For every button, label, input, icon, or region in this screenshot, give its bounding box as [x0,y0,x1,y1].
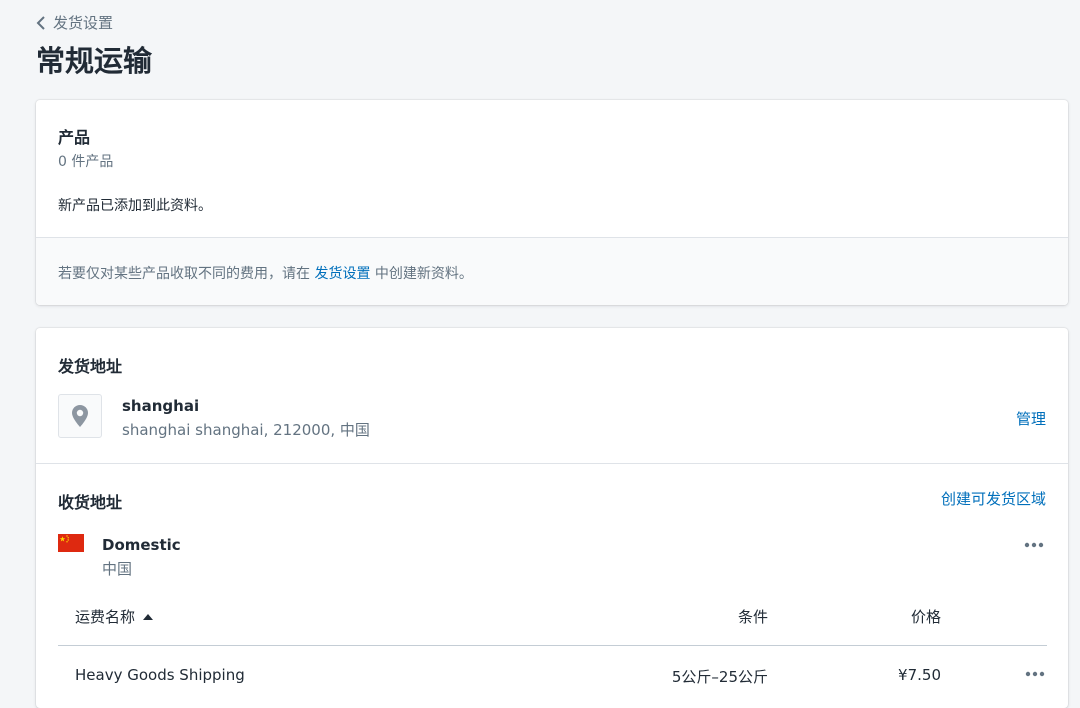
rate-price-cell: ¥7.50 [898,666,941,684]
zone-name: Domestic [102,536,181,554]
location-name: shanghai [122,397,200,415]
rate-condition-cell: 5公斤–25公斤 [671,668,768,686]
products-heading: 产品 [58,128,91,147]
create-shipping-zone-link[interactable]: 创建可发货区域 [941,488,1046,509]
breadcrumb-back-link[interactable]: 发货设置 [36,12,113,33]
rate-name-header-label: 运费名称 [75,608,136,626]
footer-text-suffix: 中创建新资料。 [374,266,473,282]
table-row: Heavy Goods Shipping 5公斤–25公斤 ¥7.50 [58,646,1047,704]
sort-ascending-icon [143,613,154,620]
rate-more-button[interactable] [1023,666,1047,682]
china-flag-icon [58,534,84,552]
manage-location-link[interactable]: 管理 [1016,408,1046,429]
products-card: 产品 0 件产品 新产品已添加到此资料。 若要仅对某些产品收取不同的费用，请在 … [36,100,1068,305]
products-footer-text: 若要仅对某些产品收取不同的费用，请在 发货设置 中创建新资料。 [58,263,473,283]
zone-more-button[interactable] [1022,537,1046,553]
shipping-settings-link[interactable]: 发货设置 [314,266,370,282]
products-info-text: 新产品已添加到此资料。 [58,198,212,214]
price-column-header: 价格 [910,608,941,626]
products-section: 产品 0 件产品 新产品已添加到此资料。 [36,100,1068,238]
ship-from-heading: 发货地址 [58,357,123,376]
more-horizontal-icon [1025,671,1045,677]
chevron-left-icon [36,15,45,30]
products-count: 0 件产品 [58,154,114,170]
location-icon-box [58,394,102,438]
page-title: 常规运输 [36,44,153,78]
footer-text-prefix: 若要仅对某些产品收取不同的费用，请在 [58,266,310,282]
more-horizontal-icon [1024,542,1044,548]
location-pin-icon [72,405,88,427]
products-footer: 若要仅对某些产品收取不同的费用，请在 发货设置 中创建新资料。 [36,238,1068,305]
rates-table-header: 运费名称 条件 价格 [58,598,1047,646]
breadcrumb-label: 发货设置 [53,14,114,32]
rate-name-column-header[interactable]: 运费名称 [75,606,154,627]
rate-name-cell: Heavy Goods Shipping [75,666,245,684]
condition-column-header: 条件 [737,608,768,626]
location-address: shanghai shanghai, 212000, 中国 [122,421,370,439]
shipping-card: 发货地址 shanghai shanghai shanghai, 212000,… [36,328,1068,708]
ship-section-divider [36,463,1068,464]
zone-country: 中国 [102,560,133,578]
ship-to-heading: 收货地址 [58,493,123,512]
